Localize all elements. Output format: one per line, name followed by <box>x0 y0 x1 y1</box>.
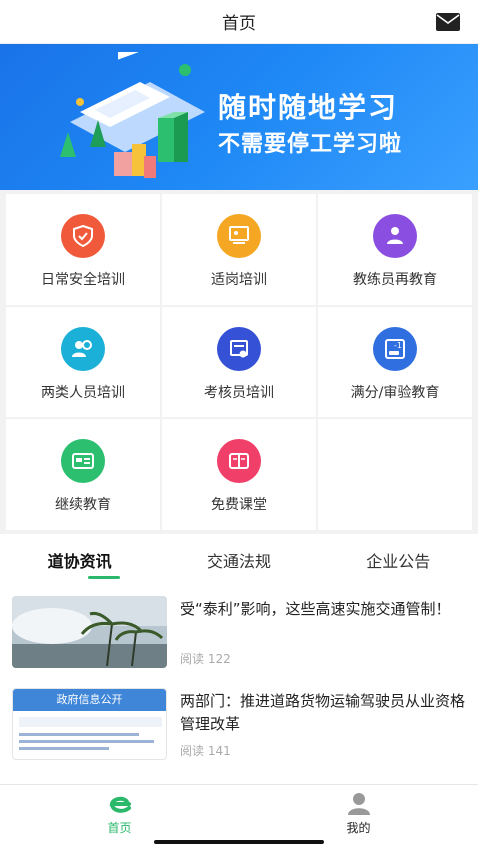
certificate-icon <box>217 326 261 371</box>
news-tabs: 道协资讯 交通法规 企业公告 <box>0 534 478 586</box>
list-item[interactable]: 受“泰利”影响，这些高速实施交通管制！ 阅读 122 <box>12 596 466 670</box>
category-label: 教练员再教育 <box>353 272 437 288</box>
active-tab-indicator <box>88 576 120 579</box>
category-instructor-reeducation[interactable]: 教练员再教育 <box>318 194 472 305</box>
home-e-icon <box>109 796 131 813</box>
category-free-classroom[interactable]: 免费课堂 <box>162 419 316 530</box>
promo-banner[interactable]: 随时随地学习 不需要停工学习啦 <box>0 44 478 190</box>
category-full-score-review[interactable]: -1 满分/审验教育 <box>318 306 472 418</box>
thumb-heading: 政府信息公开 <box>13 689 166 711</box>
banner-headline: 随时随地学习 <box>218 91 399 124</box>
home-indicator <box>154 840 324 844</box>
category-label: 日常安全培训 <box>41 272 125 288</box>
shield-icon <box>61 214 105 258</box>
news-thumbnail: 政府信息公开 <box>12 688 167 760</box>
list-item[interactable]: 政府信息公开 两部门：推进道路货物运输驾驶员从业资格管理改革 阅读 141 <box>12 688 466 762</box>
car-deduct-icon: -1 <box>373 326 417 371</box>
page-title: 首页 <box>222 14 256 34</box>
tab-association-news[interactable]: 道协资讯 <box>0 534 159 586</box>
read-count: 阅读 141 <box>180 744 231 758</box>
category-label: 适岗培训 <box>211 272 267 288</box>
category-empty-slot <box>318 419 472 530</box>
profile-icon <box>347 793 370 815</box>
instructor-icon <box>373 214 417 258</box>
nav-home-label: 首页 <box>107 821 132 835</box>
nav-profile-label: 我的 <box>346 821 371 835</box>
category-label: 满分/审验教育 <box>350 384 440 401</box>
category-job-training[interactable]: 适岗培训 <box>162 194 316 305</box>
news-section: 道协资讯 交通法规 企业公告 受“泰利”影响，这些高速实施交通管制！ 阅读 12… <box>0 534 478 784</box>
people-icon <box>61 326 105 371</box>
id-card-icon <box>61 439 105 484</box>
news-title: 两部门：推进道路货物运输驾驶员从业资格管理改革 <box>180 692 466 733</box>
category-label: 继续教育 <box>55 497 111 514</box>
category-grid: 日常安全培训 适岗培训 教练员再教育 两类人员培训 考核员培训 -1 满分/审验… <box>6 194 472 530</box>
mail-icon[interactable] <box>436 13 460 31</box>
news-thumbnail <box>12 596 167 668</box>
read-count: 阅读 122 <box>180 652 231 666</box>
news-title: 受“泰利”影响，这些高速实施交通管制！ <box>180 600 451 618</box>
isometric-learning-illustration <box>60 52 205 178</box>
category-two-types-training[interactable]: 两类人员培训 <box>6 306 160 418</box>
category-daily-safety[interactable]: 日常安全培训 <box>6 194 160 305</box>
category-label: 免费课堂 <box>211 497 267 514</box>
tab-traffic-regulations[interactable]: 交通法规 <box>159 534 318 586</box>
presenter-icon <box>217 214 261 258</box>
category-continuing-education[interactable]: 继续教育 <box>6 419 160 530</box>
book-icon <box>217 439 261 484</box>
svg-text:-1: -1 <box>394 341 402 350</box>
top-bar: 首页 <box>0 0 478 44</box>
category-examiner-training[interactable]: 考核员培训 <box>162 306 316 418</box>
category-label: 两类人员培训 <box>41 384 125 401</box>
tab-company-announcements[interactable]: 企业公告 <box>319 534 478 586</box>
banner-subheadline: 不需要停工学习啦 <box>218 132 403 157</box>
category-label: 考核员培训 <box>204 384 274 401</box>
